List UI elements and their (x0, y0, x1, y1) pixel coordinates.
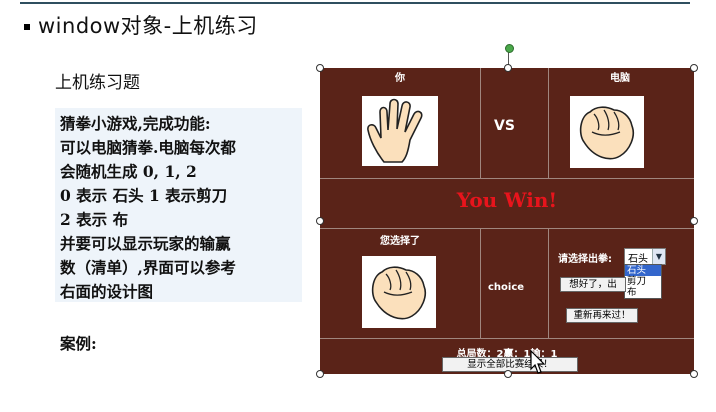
divider (320, 178, 694, 179)
selection-handle[interactable] (504, 370, 512, 378)
divider (548, 228, 549, 338)
description-line: 数（清单）,界面可以参考 (60, 258, 236, 277)
computer-label: 电脑 (610, 73, 630, 84)
select-prompt: 请选择出拳: (558, 254, 612, 265)
selection-handle[interactable] (316, 370, 324, 378)
selection-handle[interactable] (316, 64, 324, 72)
divider (480, 68, 481, 178)
confirm-button[interactable]: 想好了，出 (560, 277, 626, 292)
chevron-down-icon[interactable]: ▼ (652, 249, 665, 264)
vs-label: VS (494, 118, 515, 134)
description-line: 并要可以显示玩家的输赢 (60, 234, 231, 253)
description-line: 右面的设计图 (60, 282, 154, 301)
description-line: 会随机生成 0, 1, 2 (60, 162, 197, 181)
you-label: 你 (395, 73, 405, 84)
divider (548, 68, 549, 178)
dropdown-option[interactable]: 石头 (625, 265, 661, 276)
dropdown-option[interactable]: 布 (625, 287, 661, 298)
choice-label: choice (488, 282, 525, 293)
selection-handle[interactable] (690, 217, 698, 225)
description-line: 猜拳小游戏,完成功能: (60, 114, 211, 133)
rotate-handle[interactable] (505, 44, 514, 53)
chosen-hand-fist-image (362, 256, 436, 328)
result-text: You Win! (456, 188, 558, 212)
selection-handle[interactable] (504, 64, 512, 72)
slide-title: window对象-上机练习 (38, 14, 258, 38)
divider (320, 338, 694, 339)
description-line: 2 表示 布 (60, 210, 129, 229)
mouse-cursor-icon (530, 350, 546, 374)
bullet-icon (24, 24, 30, 30)
selection-handle[interactable] (690, 64, 698, 72)
select-dropdown: 石头 剪刀 布 (624, 264, 662, 299)
divider (320, 228, 694, 229)
palm-hand-icon (367, 98, 423, 163)
example-label: 案例: (60, 334, 97, 353)
description-line: 可以电脑猜拳.电脑每次都 (60, 138, 236, 157)
dropdown-option[interactable]: 剪刀 (625, 276, 661, 287)
description-line: 0 表示 石头 1 表示剪刀 (60, 186, 228, 205)
fist-hand-icon (579, 106, 635, 160)
player-hand-palm-image (362, 96, 438, 166)
game-board: 你 电脑 VS You Win! 您选择了 choice 请选择出拳: 石头 ▼… (320, 68, 694, 374)
restart-button[interactable]: 重新再来过！ (566, 308, 638, 323)
computer-hand-fist-image (570, 96, 644, 168)
you-chose-label: 您选择了 (380, 236, 420, 247)
title-underline (20, 2, 690, 4)
selected-option: 石头 (628, 254, 648, 265)
selection-handle[interactable] (690, 370, 698, 378)
fist-select[interactable]: 石头 ▼ (624, 248, 666, 265)
exercise-heading: 上机练习题 (55, 73, 140, 93)
selection-handle[interactable] (316, 217, 324, 225)
fist-hand-icon (371, 266, 427, 320)
divider (480, 228, 481, 338)
